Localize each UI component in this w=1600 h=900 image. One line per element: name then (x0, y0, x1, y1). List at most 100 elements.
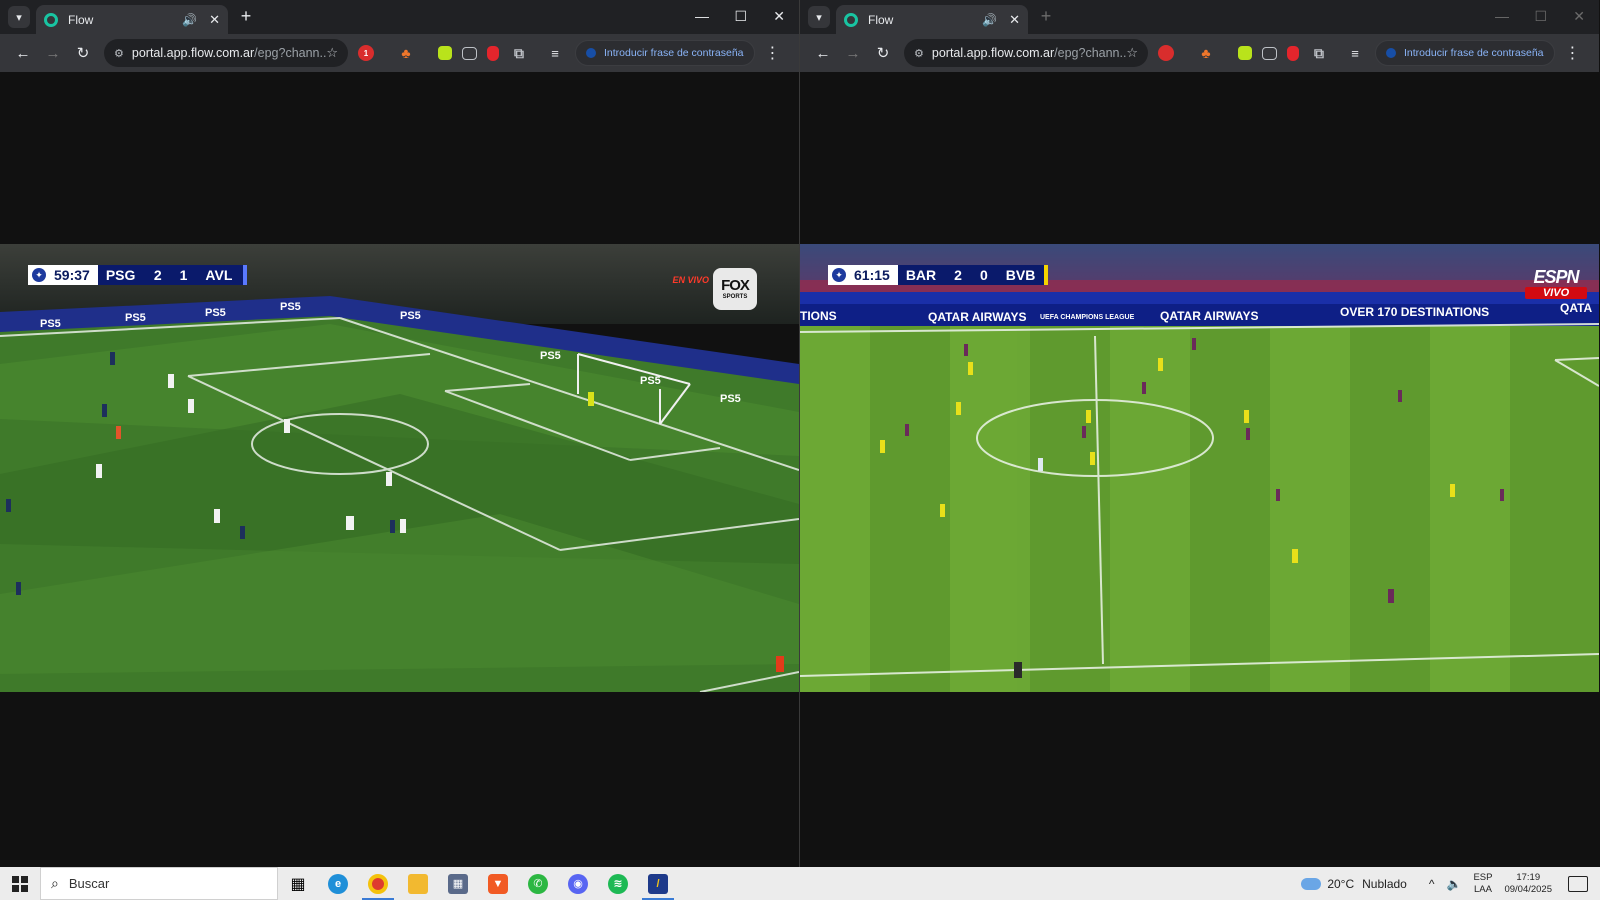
tab-flow[interactable]: Flow 🔊 ✕ (836, 5, 1028, 34)
forward-icon[interactable]: → (38, 38, 68, 68)
desktop: ▾ Flow 🔊 ✕ + — ☐ ✕ ← → ↻ ⚙ portal.app.fl… (0, 0, 1600, 900)
password-prompt-button[interactable]: Introducir frase de contraseña (575, 40, 755, 66)
calculator-icon[interactable]: ▦ (438, 867, 478, 900)
back-icon[interactable]: ← (8, 38, 38, 68)
bookmark-star-icon[interactable]: ☆ (1126, 45, 1138, 61)
menu-kebab-icon[interactable]: ⋮ (1565, 43, 1581, 63)
ps5-ad: PS5 (280, 301, 301, 313)
shield-extension-icon[interactable] (487, 45, 499, 61)
address-bar[interactable]: ⚙ portal.app.flow.com.ar/epg?chann... ☆ (904, 39, 1148, 67)
lime-extension-icon[interactable] (1238, 46, 1252, 60)
maximize-icon[interactable]: ☐ (1534, 8, 1547, 25)
back-icon[interactable]: ← (808, 38, 838, 68)
close-window-icon[interactable]: ✕ (1573, 8, 1585, 25)
site-info-icon[interactable]: ⚙ (114, 47, 124, 60)
media-controls-icon[interactable]: ≡ (1345, 45, 1365, 61)
browser-window-left[interactable]: ▾ Flow 🔊 ✕ + — ☐ ✕ ← → ↻ ⚙ portal.app.fl… (0, 0, 799, 867)
pip-extension-icon[interactable] (462, 46, 477, 60)
ps5-ad: PS5 (125, 312, 146, 324)
brave-icon[interactable]: ▼ (478, 867, 518, 900)
adblock-extension-icon[interactable] (1158, 45, 1174, 61)
menu-kebab-icon[interactable]: ⋮ (765, 43, 781, 63)
windows-taskbar: ⌕ Buscar ▦ e ▦ ▼ ✆ ◉ ≋ / 20°C Nublado ^ … (0, 867, 1600, 900)
live-label: EN VIVO (672, 275, 709, 285)
notifications-icon[interactable] (1568, 875, 1588, 892)
close-window-icon[interactable]: ✕ (773, 8, 785, 25)
volume-icon[interactable]: 🔈 (1446, 877, 1461, 891)
bookmark-star-icon[interactable]: ☆ (326, 45, 338, 61)
url-text: portal.app.flow.com.ar/epg?chann... (131, 46, 327, 60)
shield-extension-icon[interactable] (1287, 45, 1299, 61)
browser-toolbar: ← → ↻ ⚙ portal.app.flow.com.ar/epg?chann… (800, 34, 1599, 72)
video-player-psg[interactable]: PS5 PS5 PS5 PS5 PS5 PS5 PS5 PS5 ✦ 59:37 … (0, 244, 799, 692)
language-indicator[interactable]: ESP LAA (1473, 872, 1492, 896)
video-player-barcelona[interactable]: TIONS QATAR AIRWAYS UEFA CHAMPIONS LEAGU… (800, 244, 1599, 692)
champions-league-icon: ✦ (832, 268, 846, 282)
extensions-puzzle-icon[interactable]: ⧉ (1309, 45, 1329, 61)
speaker-icon[interactable]: 🔊 (982, 13, 997, 27)
tab-search-dropdown-icon[interactable]: ▾ (808, 6, 830, 28)
tab-search-dropdown-icon[interactable]: ▾ (8, 6, 30, 28)
profile-dot-icon (586, 48, 596, 58)
edge-icon[interactable]: e (318, 867, 358, 900)
browser-window-right[interactable]: ▾ Flow 🔊 ✕ + — ☐ ✕ ← → ↻ ⚙ portal.app.fl… (800, 0, 1599, 867)
close-tab-icon[interactable]: ✕ (1009, 12, 1020, 28)
fox-extension-icon[interactable]: ♣ (384, 32, 428, 74)
site-info-icon[interactable]: ⚙ (914, 47, 924, 60)
extensions-puzzle-icon[interactable]: ⧉ (509, 45, 529, 61)
browser-toolbar: ← → ↻ ⚙ portal.app.flow.com.ar/epg?chann… (0, 34, 799, 72)
password-prompt-button[interactable]: Introducir frase de contraseña (1375, 40, 1555, 66)
minimize-icon[interactable]: — (1495, 8, 1509, 24)
weather-widget[interactable]: 20°C Nublado (1301, 877, 1407, 891)
media-controls-icon[interactable]: ≡ (545, 45, 565, 61)
forward-icon[interactable]: → (838, 38, 868, 68)
whatsapp-icon[interactable]: ✆ (518, 867, 558, 900)
page-content: PS5 PS5 PS5 PS5 PS5 PS5 PS5 PS5 ✦ 59:37 … (0, 72, 799, 867)
close-tab-icon[interactable]: ✕ (209, 12, 220, 28)
ps5-ad: PS5 (400, 310, 421, 322)
fox-sports-logo: FOX SPORTS (713, 268, 757, 310)
pip-extension-icon[interactable] (1262, 46, 1277, 60)
tab-flow[interactable]: Flow 🔊 ✕ (36, 5, 228, 34)
ps5-ad: PS5 (205, 307, 226, 319)
app-icon[interactable]: / (638, 867, 678, 900)
taskbar-search[interactable]: ⌕ Buscar (40, 867, 278, 900)
address-bar[interactable]: ⚙ portal.app.flow.com.ar/epg?chann... ☆ (104, 39, 348, 67)
reload-icon[interactable]: ↻ (68, 38, 98, 68)
adblock-extension-icon[interactable]: 1 (358, 45, 374, 61)
lime-extension-icon[interactable] (438, 46, 452, 60)
ad-text: UEFA CHAMPIONS LEAGUE (1040, 314, 1135, 321)
minimize-icon[interactable]: — (695, 8, 709, 24)
task-view-icon[interactable]: ▦ (278, 867, 318, 900)
fox-extension-icon[interactable]: ♣ (1184, 32, 1228, 74)
new-tab-icon[interactable]: + (1036, 7, 1056, 27)
home-score: 2 (153, 267, 162, 283)
system-clock[interactable]: 17:19 09/04/2025 (1504, 872, 1552, 896)
discord-icon[interactable]: ◉ (558, 867, 598, 900)
scorebug: ✦ 61:15 BAR 2 0 BVB (828, 265, 1048, 285)
new-tab-icon[interactable]: + (236, 7, 256, 27)
page-content: TIONS QATAR AIRWAYS UEFA CHAMPIONS LEAGU… (800, 72, 1599, 867)
ad-text: QATAR AIRWAYS (1160, 309, 1258, 323)
score-line: BAR 2 0 BVB (897, 265, 1044, 285)
url-text: portal.app.flow.com.ar/epg?chann... (931, 46, 1127, 60)
ps5-ad: PS5 (40, 318, 61, 330)
away-score: 0 (979, 267, 988, 283)
chevron-up-icon[interactable]: ^ (1429, 877, 1435, 891)
start-button[interactable] (0, 867, 40, 900)
ad-text: QATAR AIRWAYS (928, 310, 1026, 324)
search-icon: ⌕ (51, 875, 59, 891)
file-explorer-icon[interactable] (398, 867, 438, 900)
scorebug: ✦ 59:37 PSG 2 1 AVL (28, 265, 248, 285)
champions-league-icon: ✦ (32, 268, 46, 282)
speaker-icon[interactable]: 🔊 (182, 13, 197, 27)
profile-dot-icon (1386, 48, 1396, 58)
reload-icon[interactable]: ↻ (868, 38, 898, 68)
spotify-icon[interactable]: ≋ (598, 867, 638, 900)
maximize-icon[interactable]: ☐ (734, 8, 747, 25)
match-clock: ✦ 59:37 (28, 265, 98, 285)
tab-title: Flow (868, 12, 894, 27)
windows-logo-icon (12, 875, 28, 892)
chrome-icon[interactable] (358, 867, 398, 900)
home-team: PSG (105, 267, 136, 283)
